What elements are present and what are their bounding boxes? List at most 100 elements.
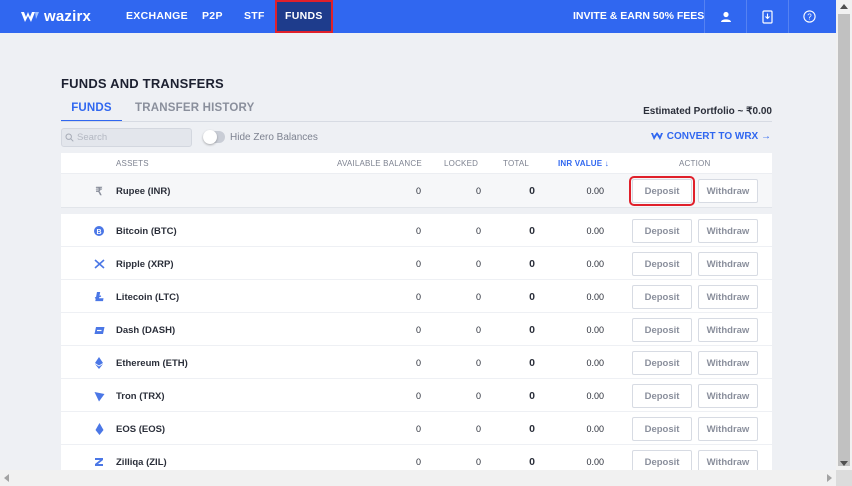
withdraw-button[interactable]: Withdraw — [698, 219, 758, 243]
table-row: Tron (TRX) 0 0 0 0.00 Deposit Withdraw — [61, 379, 772, 412]
search-icon — [65, 133, 74, 142]
inr-value: 0.00 — [586, 226, 604, 236]
page-title: FUNDS AND TRANSFERS — [61, 76, 224, 91]
toggle-knob — [203, 130, 217, 144]
deposit-button[interactable]: Deposit — [632, 318, 692, 342]
asset-name: Tron (TRX) — [116, 391, 165, 402]
inr-value: 0.00 — [586, 292, 604, 302]
svg-text:B: B — [96, 229, 101, 236]
inr-value: 0.00 — [586, 259, 604, 269]
asset-name: Zilliqa (ZIL) — [116, 457, 167, 468]
table-row: Dash (DASH) 0 0 0 0.00 Deposit Withdraw — [61, 313, 772, 346]
top-nav: wazirx EXCHANGE P2P STF FUNDS INVITE & E… — [0, 0, 836, 33]
convert-to-wrx-link[interactable]: CONVERT TO WRX → — [650, 131, 771, 142]
table-header: ASSETS AVAILABLE BALANCE LOCKED TOTAL IN… — [61, 153, 772, 174]
withdraw-button[interactable]: Withdraw — [698, 318, 758, 342]
deposit-button[interactable]: Deposit — [629, 176, 695, 206]
asset-name: Ripple (XRP) — [116, 259, 174, 270]
inr-value: 0.00 — [586, 325, 604, 335]
tron-icon — [93, 390, 105, 402]
withdraw-button[interactable]: Withdraw — [698, 384, 758, 408]
litecoin-icon — [93, 291, 105, 303]
total-balance: 0 — [529, 185, 535, 197]
withdraw-button[interactable]: Withdraw — [698, 417, 758, 441]
inr-value: 0.00 — [586, 358, 604, 368]
total-balance: 0 — [529, 390, 535, 402]
available-balance: 0 — [415, 259, 421, 269]
deposit-button[interactable]: Deposit — [632, 351, 692, 375]
available-balance: 0 — [415, 325, 421, 335]
asset-name: Litecoin (LTC) — [116, 292, 180, 303]
logo-text: wazirx — [44, 8, 92, 25]
deposit-button[interactable]: Deposit — [632, 252, 692, 276]
help-icon[interactable]: ? — [788, 0, 830, 33]
total-balance: 0 — [529, 456, 535, 468]
total-balance: 0 — [529, 357, 535, 369]
horizontal-scrollbar[interactable] — [0, 470, 836, 486]
nav-exchange[interactable]: EXCHANGE — [126, 0, 188, 33]
scrollbar-thumb[interactable] — [838, 14, 850, 466]
svg-text:?: ? — [807, 13, 812, 22]
nav-p2p[interactable]: P2P — [202, 0, 223, 33]
inr-value: 0.00 — [586, 186, 604, 196]
nav-stf[interactable]: STF — [244, 0, 265, 33]
dash-icon — [93, 324, 105, 336]
rupee-icon: ₹ — [95, 185, 103, 198]
asset-name: Dash (DASH) — [116, 325, 176, 336]
available-balance: 0 — [415, 457, 421, 467]
inr-value: 0.00 — [586, 391, 604, 401]
convert-label: CONVERT TO WRX → — [666, 131, 771, 142]
table-row: Ethereum (ETH) 0 0 0 0.00 Deposit Withdr… — [61, 346, 772, 379]
header-locked: LOCKED — [444, 159, 479, 168]
asset-name: EOS (EOS) — [116, 424, 166, 435]
available-balance: 0 — [415, 358, 421, 368]
table-row: Ripple (XRP) 0 0 0 0.00 Deposit Withdraw — [61, 247, 772, 280]
eos-icon — [93, 423, 105, 435]
bitcoin-icon: B — [93, 225, 105, 237]
scroll-down-icon[interactable] — [840, 461, 848, 466]
invite-earn-link[interactable]: INVITE & EARN 50% FEES — [573, 0, 704, 33]
ripple-icon — [93, 258, 105, 270]
asset-name: Bitcoin (BTC) — [116, 226, 177, 237]
user-icon[interactable] — [704, 0, 746, 33]
asset-name: Rupee (INR) — [116, 186, 171, 197]
funds-table: ASSETS AVAILABLE BALANCE LOCKED TOTAL IN… — [61, 153, 772, 478]
wazirx-logo[interactable]: wazirx — [20, 8, 91, 25]
header-assets: ASSETS — [116, 159, 149, 168]
total-balance: 0 — [529, 423, 535, 435]
deposit-button[interactable]: Deposit — [632, 285, 692, 309]
vertical-scrollbar[interactable] — [836, 0, 852, 486]
scroll-up-icon[interactable] — [840, 4, 848, 9]
available-balance: 0 — [415, 391, 421, 401]
header-inr-value-sort[interactable]: INR VALUE ↓ — [558, 159, 609, 168]
deposit-button[interactable]: Deposit — [632, 384, 692, 408]
available-balance: 0 — [415, 226, 421, 236]
inr-value: 0.00 — [586, 457, 604, 467]
download-app-icon[interactable] — [746, 0, 788, 33]
asset-name: Ethereum (ETH) — [116, 358, 188, 369]
hide-zero-toggle[interactable] — [203, 130, 225, 144]
nav-funds[interactable]: FUNDS — [275, 0, 333, 33]
tab-transfer-history[interactable]: TRANSFER HISTORY — [135, 102, 255, 114]
hide-zero-label: Hide Zero Balances — [230, 132, 318, 143]
scroll-right-icon[interactable] — [827, 474, 832, 482]
available-balance: 0 — [415, 424, 421, 434]
total-balance: 0 — [529, 258, 535, 270]
search-input[interactable] — [77, 132, 187, 143]
withdraw-button[interactable]: Withdraw — [698, 351, 758, 375]
deposit-button[interactable]: Deposit — [632, 219, 692, 243]
scroll-left-icon[interactable] — [4, 474, 9, 482]
tab-funds[interactable]: FUNDS — [61, 102, 122, 122]
total-balance: 0 — [529, 324, 535, 336]
tabs-divider — [61, 121, 772, 122]
withdraw-button[interactable]: Withdraw — [698, 285, 758, 309]
header-action: ACTION — [679, 159, 711, 168]
withdraw-button[interactable]: Withdraw — [698, 252, 758, 276]
table-row: ₹ Rupee (INR) 0 0 0 0.00 Deposit Withdra… — [61, 174, 772, 208]
available-balance: 0 — [415, 292, 421, 302]
table-row: Litecoin (LTC) 0 0 0 0.00 Deposit Withdr… — [61, 280, 772, 313]
search-box[interactable] — [61, 128, 192, 147]
estimated-portfolio: Estimated Portfolio ~ ₹0.00 — [643, 106, 772, 117]
deposit-button[interactable]: Deposit — [632, 417, 692, 441]
withdraw-button[interactable]: Withdraw — [698, 179, 758, 203]
